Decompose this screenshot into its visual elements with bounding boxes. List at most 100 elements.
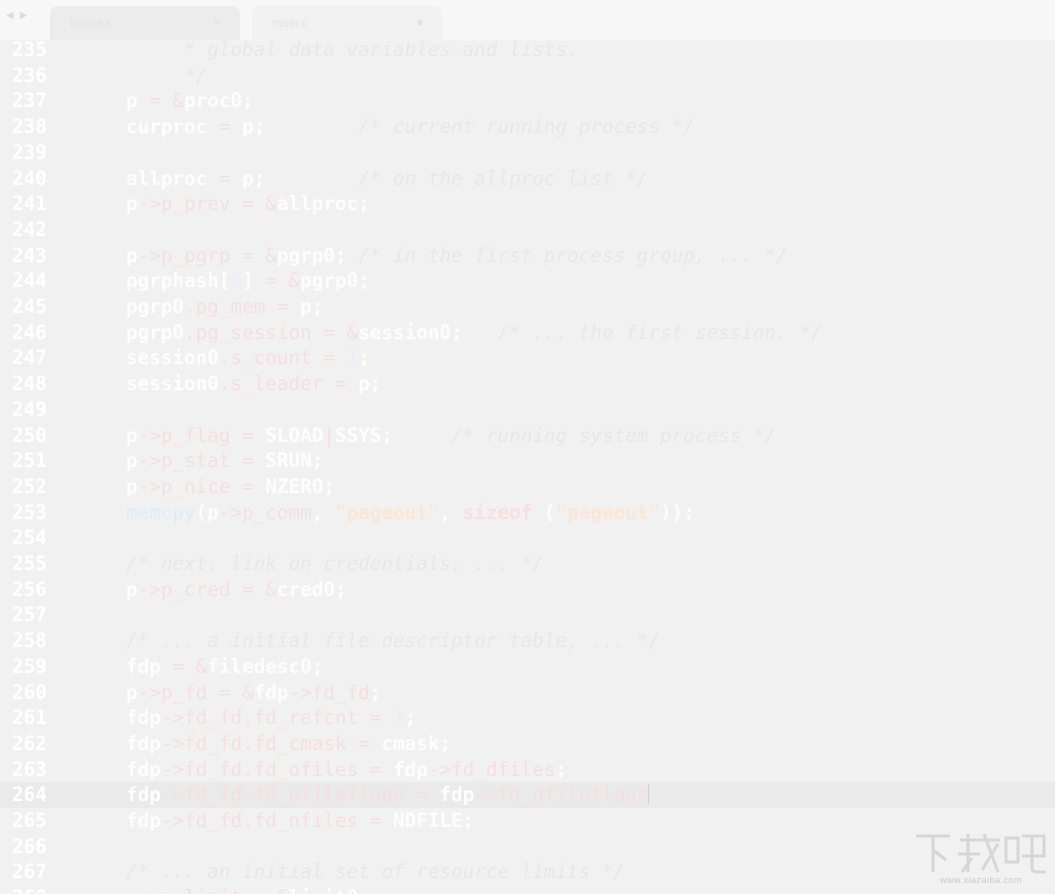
code-line[interactable]: 249 — [0, 397, 1055, 423]
code-text[interactable]: p->p_fd = &fdp->fd_fd; — [126, 680, 381, 706]
code-line[interactable]: 259 fdp = &filedesc0; — [0, 654, 1055, 680]
code-line[interactable]: 264 fdp->fd_fd.fd_ofileflags = fdp->fd_df… — [0, 782, 1055, 808]
unsaved-dot-icon[interactable]: ● — [417, 15, 424, 29]
code-line[interactable]: 244 pgrphash[0] = &pgrp0; — [0, 268, 1055, 294]
code-token: = — [358, 706, 394, 730]
code-line[interactable]: 263 fdp->fd_fd.fd_ofiles = fdp->fd_dfiles… — [0, 757, 1055, 783]
code-line[interactable]: 253 memcpy(p->p_comm, "pageout", sizeof (… — [0, 500, 1055, 526]
code-token: pgrp0; — [276, 243, 359, 267]
watermark-logo: www.xiazaiba.com — [910, 828, 1050, 890]
code-line[interactable]: 240 allproc = p; /* on the allproc list *… — [0, 166, 1055, 192]
code-text[interactable]: /* ... an initial set of resource limits… — [126, 859, 625, 885]
code-text[interactable]: /* ... a initial file descriptor table, … — [126, 628, 660, 654]
code-text[interactable]: fdp->fd_fd.fd_cmask = cmask; — [126, 731, 451, 757]
code-line[interactable]: 243 p->p_pgrp = &pgrp0; /* in the first p… — [0, 243, 1055, 269]
code-text[interactable]: session0.s_count = 1; — [126, 345, 370, 371]
code-line[interactable]: 242 — [0, 217, 1055, 243]
code-text[interactable]: session0.s_leader = p; — [126, 371, 381, 397]
line-number: 243 — [12, 243, 47, 267]
code-line[interactable]: 238 curproc = p; /* current running proce… — [0, 114, 1055, 140]
code-token: = — [230, 449, 266, 473]
code-text[interactable]: p->p_pgrp = &pgrp0; /* in the first proc… — [126, 243, 788, 269]
code-text[interactable]: fdp->fd_fd.fd_ofileflags = fdp->fd_dfile… — [126, 782, 650, 808]
code-text[interactable]: p = &proc0; — [126, 88, 254, 114]
code-line[interactable]: 237 p = &proc0; — [0, 88, 1055, 114]
code-token: | — [323, 423, 335, 447]
tab-main-c[interactable]: main.c ● — [252, 6, 442, 40]
code-token: p — [126, 474, 138, 498]
code-text[interactable]: p->p_limit = &limit0; — [126, 885, 370, 894]
code-token: -> — [137, 423, 161, 447]
code-line[interactable]: 235 * global data variables and lists. — [0, 37, 1055, 63]
code-line[interactable]: 267 /* ... an initial set of resource lim… — [0, 859, 1055, 885]
code-line[interactable]: 256 p->p_cred = &cred0; — [0, 577, 1055, 603]
code-line[interactable]: 236 */ — [0, 63, 1055, 89]
code-text[interactable]: curproc = p; /* current running process … — [126, 114, 695, 140]
code-line[interactable]: 252 p->p_nice = NZERO; — [0, 474, 1055, 500]
code-line[interactable]: 251 p->p_stat = SRUN; — [0, 448, 1055, 474]
code-text[interactable]: p->p_nice = NZERO; — [126, 474, 335, 500]
back-arrow-icon[interactable]: ◀ — [6, 10, 14, 21]
code-token: . — [242, 731, 254, 755]
code-line[interactable]: 265 fdp->fd_fd.fd_nfiles = NDFILE; — [0, 808, 1055, 834]
code-token: = — [230, 474, 266, 498]
code-line[interactable]: 258 /* ... a initial file descriptor tabl… — [0, 628, 1055, 654]
tab-navigation: ◀ ▶ — [6, 10, 27, 21]
line-number: 241 — [12, 192, 47, 216]
code-token: -> — [160, 809, 185, 832]
code-text[interactable]: pgrp0.pg_session = &session0; /* ... the… — [126, 320, 823, 346]
code-line[interactable]: 241 p->p_prev = &allproc; — [0, 191, 1055, 217]
watermark-logo-icon — [916, 833, 1046, 874]
code-text[interactable]: * global data variables and lists. — [126, 37, 579, 63]
forward-arrow-icon[interactable]: ▶ — [20, 10, 28, 21]
code-text[interactable]: fdp->fd_fd.fd_ofiles = fdp->fd_dfiles; — [126, 757, 567, 783]
code-text[interactable]: p->p_prev = &allproc; — [126, 191, 370, 217]
code-text[interactable]: fdp->fd_fd.fd_nfiles = NDFILE; — [126, 808, 474, 834]
code-token: ( — [532, 500, 556, 524]
code-token: p; — [300, 295, 324, 318]
code-line[interactable]: 266 — [0, 834, 1055, 860]
code-token: p_nice — [160, 474, 231, 498]
code-text[interactable]: pgrphash[0] = &pgrp0; — [126, 268, 370, 294]
code-line[interactable]: 257 — [0, 602, 1055, 628]
code-token: 1 — [346, 346, 359, 370]
line-number: 248 — [12, 372, 47, 396]
code-text[interactable]: p->p_stat = SRUN; — [126, 448, 323, 474]
code-line[interactable]: 268 p->p_limit = &limit0; — [0, 885, 1055, 894]
code-token: /* current running process */ — [358, 115, 695, 139]
code-line[interactable]: 261 fdp->fd_fd.fd_refcnt = 1; — [0, 705, 1055, 731]
code-token: /* in the first process group, ... */ — [358, 243, 788, 267]
tab-locore-s[interactable]: locore.s ✕ — [50, 6, 240, 40]
close-icon[interactable]: ✕ — [212, 15, 222, 29]
code-line[interactable]: 254 — [0, 525, 1055, 551]
code-token: p_fd — [160, 680, 208, 704]
code-text[interactable]: fdp->fd_fd.fd_refcnt = 1; — [126, 705, 416, 731]
code-token: fd_fd — [184, 757, 243, 781]
line-number: 263 — [12, 757, 47, 781]
code-text[interactable]: allproc = p; /* on the allproc list */ — [126, 166, 648, 192]
code-token: ] — [242, 269, 266, 293]
code-text[interactable]: fdp = &filedesc0; — [126, 654, 323, 680]
code-token: pgrphash[ — [126, 269, 231, 293]
code-text[interactable]: */ — [126, 63, 207, 89]
code-token: = — [358, 757, 394, 781]
code-line[interactable]: 250 p->p_flag = SLOAD|SSYS; /* running sy… — [0, 423, 1055, 449]
code-line[interactable]: 248 session0.s_leader = p; — [0, 371, 1055, 397]
code-token: , — [439, 500, 463, 524]
code-text[interactable]: p->p_cred = &cred0; — [126, 577, 347, 603]
code-editor[interactable]: 235 * global data variables and lists. 23… — [0, 37, 1055, 894]
code-line[interactable]: 262 fdp->fd_fd.fd_cmask = cmask; — [0, 731, 1055, 757]
code-line[interactable]: 245 pgrp0.pg_mem = p; — [0, 294, 1055, 320]
code-line[interactable]: 246 pgrp0.pg_session = &session0; /* ... … — [0, 320, 1055, 346]
code-line[interactable]: 239 — [0, 140, 1055, 166]
code-line[interactable]: 247 session0.s_count = 1; — [0, 345, 1055, 371]
code-line[interactable]: 255 /* next, link on credentials, ... */ — [0, 551, 1055, 577]
code-text[interactable]: memcpy(p->p_comm, "pageout", sizeof ("pa… — [126, 500, 695, 526]
code-text[interactable]: /* next, link on credentials, ... */ — [126, 551, 544, 577]
code-token: -> — [137, 474, 161, 498]
code-text[interactable]: p->p_flag = SLOAD|SSYS; /* running syste… — [126, 423, 776, 449]
code-text[interactable]: pgrp0.pg_mem = p; — [126, 294, 323, 320]
code-line[interactable]: 260 p->p_fd = &fdp->fd_fd; — [0, 680, 1055, 706]
code-token: sizeof — [462, 500, 533, 524]
code-token: = — [404, 783, 440, 807]
